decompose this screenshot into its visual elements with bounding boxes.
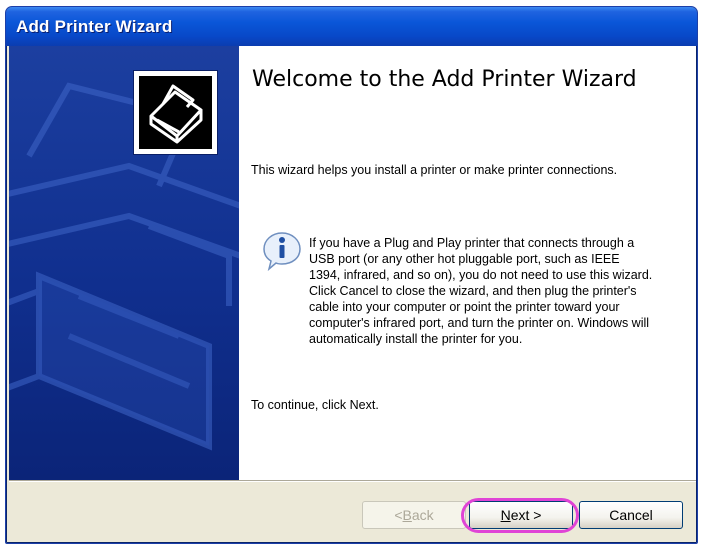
cancel-button[interactable]: Cancel <box>579 501 683 529</box>
page-title: Welcome to the Add Printer Wizard <box>252 67 637 92</box>
button-separator <box>9 480 696 482</box>
wizard-content: Welcome to the Add Printer Wizard This w… <box>239 46 696 480</box>
printer-icon <box>149 84 203 144</box>
info-icon <box>261 230 303 272</box>
back-button[interactable]: < Back <box>362 501 466 529</box>
next-button[interactable]: Next > <box>469 501 573 529</box>
window-title: Add Printer Wizard <box>16 17 173 36</box>
wizard-window: Add Printer Wizard Welcome to the Add Pr… <box>5 6 698 544</box>
printer-logo <box>133 70 218 155</box>
continue-instruction: To continue, click Next. <box>251 398 379 412</box>
title-bar[interactable]: Add Printer Wizard <box>6 7 697 46</box>
plug-and-play-info: If you have a Plug and Play printer that… <box>309 236 653 346</box>
wizard-side-panel <box>9 46 239 480</box>
intro-text: This wizard helps you install a printer … <box>251 163 618 177</box>
